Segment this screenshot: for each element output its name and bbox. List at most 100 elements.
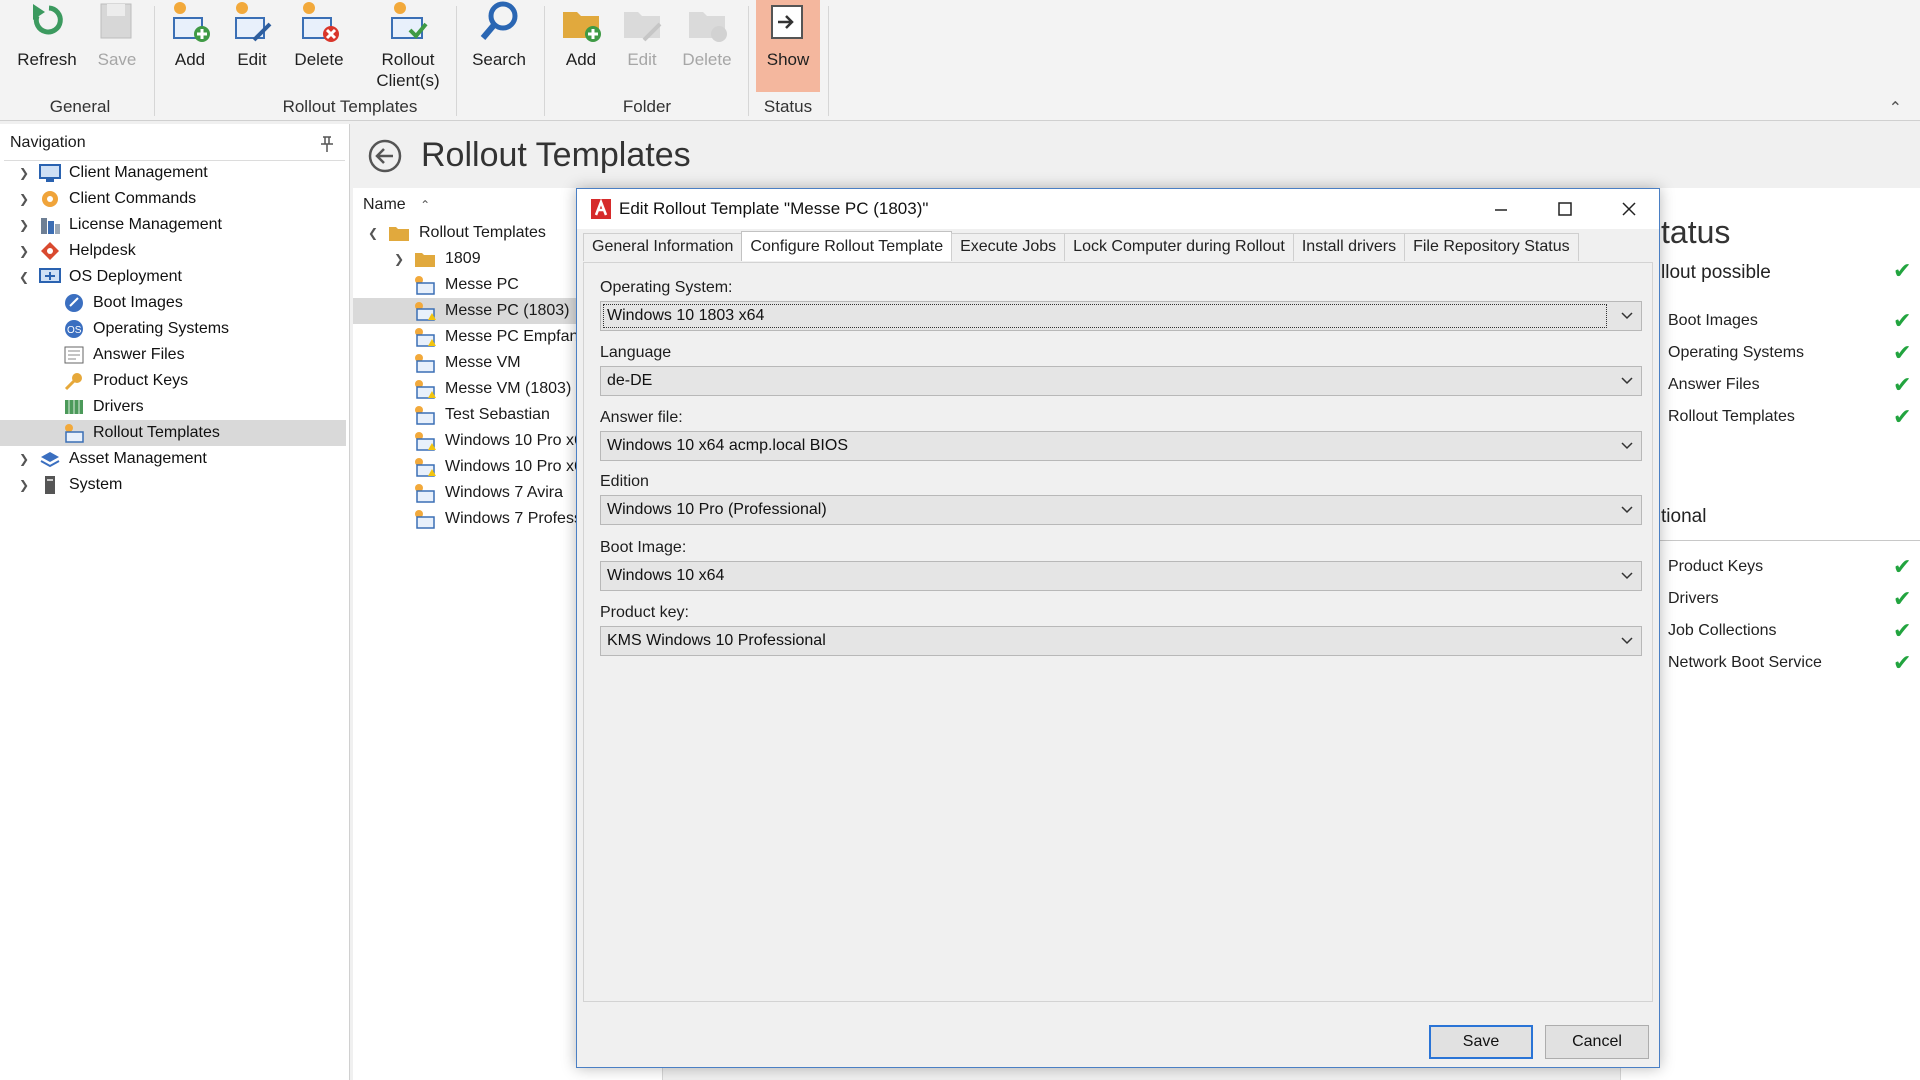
nav-item-license-management[interactable]: ❯ License Management <box>0 212 346 238</box>
chevron-down-icon <box>1613 367 1641 395</box>
template-icon <box>413 404 437 426</box>
rollout-possible-label: llout possible <box>1661 262 1771 283</box>
save-icon <box>100 3 132 39</box>
search-button[interactable]: Search <box>466 0 532 92</box>
add-folder-button[interactable]: Add <box>554 0 608 92</box>
status-panel: tatus llout possible ✔ Boot Images ✔ Ope… <box>1620 188 1920 1080</box>
pin-icon[interactable] <box>319 135 335 153</box>
edit-rollout-template-dialog: Edit Rollout Template "Messe PC (1803)" … <box>576 188 1660 1068</box>
optional-separator <box>1659 540 1920 541</box>
expander-icon[interactable]: ❯ <box>16 192 32 206</box>
edit-folder-button[interactable]: Edit <box>614 0 670 92</box>
edition-select[interactable]: Windows 10 Pro (Professional) <box>600 495 1642 525</box>
operating-system-select[interactable]: Windows 10 1803 x64 <box>600 301 1642 331</box>
template-warning-icon <box>413 326 437 348</box>
check-icon: ✔ <box>1893 308 1912 333</box>
main-header: Rollout Templates <box>353 124 1920 186</box>
refresh-button[interactable]: Refresh <box>12 0 82 92</box>
expander-icon[interactable]: ❯ <box>16 478 32 492</box>
ribbon-separator <box>748 6 749 116</box>
tab-execute-jobs[interactable]: Execute Jobs <box>951 233 1066 261</box>
expander-icon[interactable]: ❯ <box>16 166 32 180</box>
ribbon-group-rollout-templates: Rollout Templates <box>282 97 418 116</box>
expander-icon[interactable]: ❯ <box>391 252 407 266</box>
add-template-button[interactable]: Add <box>162 0 218 92</box>
template-icon <box>413 508 437 530</box>
tab-file-repository-status[interactable]: File Repository Status <box>1404 233 1579 261</box>
expander-icon[interactable]: ❯ <box>16 452 32 466</box>
sort-ascending-icon: ⌃ <box>420 198 431 212</box>
nav-item-asset-management[interactable]: ❯ Asset Management <box>0 446 346 472</box>
folder-icon <box>387 222 411 244</box>
save-button[interactable]: Save <box>1429 1025 1533 1059</box>
template-icon <box>413 274 437 296</box>
nav-item-operating-systems[interactable]: OS Operating Systems <box>0 316 346 342</box>
cancel-button[interactable]: Cancel <box>1545 1025 1649 1059</box>
dialog-title-bar[interactable]: Edit Rollout Template "Messe PC (1803)" <box>577 189 1659 229</box>
chevron-down-icon <box>1613 496 1641 524</box>
close-icon <box>1622 202 1636 216</box>
boot-image-select[interactable]: Windows 10 x64 <box>600 561 1642 591</box>
rollout-templates-icon <box>62 422 86 444</box>
close-button[interactable] <box>1597 189 1661 229</box>
ribbon: Refresh Save Add Edit Delete Rollout Cli… <box>0 0 1920 121</box>
status-title: tatus <box>1661 214 1731 250</box>
nav-item-client-commands[interactable]: ❯ Client Commands <box>0 186 346 212</box>
tab-general-information[interactable]: General Information <box>583 233 743 261</box>
add-folder-icon <box>563 12 601 42</box>
save-button[interactable]: Save <box>88 0 146 92</box>
status-item-operating-systems: Operating Systems <box>1668 344 1805 361</box>
maximize-icon <box>1558 202 1572 216</box>
check-icon: ✔ <box>1893 618 1912 643</box>
nav-item-product-keys[interactable]: Product Keys <box>0 368 346 394</box>
nav-item-answer-files[interactable]: Answer Files <box>0 342 346 368</box>
status-item-answer-files: Answer Files <box>1668 376 1760 393</box>
add-template-icon <box>173 2 210 42</box>
tab-configure-rollout-template[interactable]: Configure Rollout Template <box>741 231 953 261</box>
answer-file-label: Answer file: <box>600 409 683 426</box>
answer-file-select[interactable]: Windows 10 x64 acmp.local BIOS <box>600 431 1642 461</box>
collapse-icon[interactable]: ❮ <box>365 226 381 240</box>
product-key-select[interactable]: KMS Windows 10 Professional <box>600 626 1642 656</box>
collapse-icon[interactable]: ❮ <box>16 270 32 284</box>
template-warning-icon <box>413 456 437 478</box>
nav-item-client-management[interactable]: ❯ Client Management <box>0 160 346 186</box>
drivers-icon <box>62 396 86 418</box>
nav-item-boot-images[interactable]: Boot Images <box>0 290 346 316</box>
ribbon-collapse-icon[interactable]: ⌃ <box>1889 98 1902 118</box>
ribbon-group-folder: Folder <box>622 97 672 116</box>
boot-image-label: Boot Image: <box>600 539 687 556</box>
helpdesk-icon <box>38 240 62 262</box>
minimize-button[interactable] <box>1469 189 1533 229</box>
expander-icon[interactable]: ❯ <box>16 218 32 232</box>
template-icon <box>413 352 437 374</box>
nav-item-drivers[interactable]: Drivers <box>0 394 346 420</box>
chevron-down-icon <box>1613 302 1641 330</box>
maximize-button[interactable] <box>1533 189 1597 229</box>
language-select[interactable]: de-DE <box>600 366 1642 396</box>
chevron-down-icon <box>1613 562 1641 590</box>
delete-template-icon <box>302 2 339 42</box>
tab-install-drivers[interactable]: Install drivers <box>1292 233 1406 261</box>
folder-icon <box>413 248 437 270</box>
edit-template-button[interactable]: Edit <box>224 0 280 92</box>
product-keys-icon <box>62 370 86 392</box>
nav-item-system[interactable]: ❯ System <box>0 472 346 498</box>
configure-rollout-template-panel: Operating System: Windows 10 1803 x64 La… <box>583 262 1653 1002</box>
delete-folder-button[interactable]: Delete <box>676 0 738 92</box>
nav-item-rollout-templates[interactable]: Rollout Templates <box>0 420 346 446</box>
back-arrow-icon[interactable] <box>367 138 403 174</box>
navigation-title: Navigation <box>10 134 86 151</box>
delete-template-button[interactable]: Delete <box>288 0 350 92</box>
nav-item-helpdesk[interactable]: ❯ Helpdesk <box>0 238 346 264</box>
page-title: Rollout Templates <box>421 136 691 174</box>
nav-item-os-deployment[interactable]: ❮ OS Deployment <box>0 264 346 290</box>
delete-folder-icon <box>689 12 727 42</box>
ribbon-separator <box>154 6 155 116</box>
tab-lock-computer[interactable]: Lock Computer during Rollout <box>1064 233 1294 261</box>
client-commands-icon <box>38 188 62 210</box>
minimize-icon <box>1495 209 1507 211</box>
rollout-client-button[interactable]: Rollout Client(s) <box>370 0 446 92</box>
show-status-button[interactable]: Show <box>756 0 820 92</box>
expander-icon[interactable]: ❯ <box>16 244 32 258</box>
